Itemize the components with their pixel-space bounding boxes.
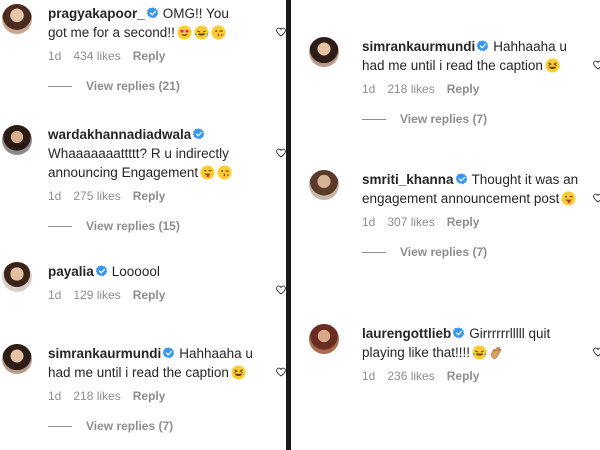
reply-button[interactable]: Reply: [133, 288, 166, 302]
verified-badge-icon: [146, 5, 159, 19]
timestamp: 1d: [362, 215, 376, 229]
tongue-wink-icon: [200, 165, 215, 180]
timestamp: 1d: [48, 49, 62, 63]
likes-count[interactable]: 218 likes: [73, 389, 120, 403]
comment-meta: 1d 236 likes Reply: [362, 369, 590, 383]
comment-text-block: simrankaurmundi Hahhaaha u had me until i…: [362, 37, 587, 75]
view-replies-button[interactable]: View replies (7): [400, 112, 487, 126]
heart-eyes-icon: [177, 25, 192, 40]
view-replies-button[interactable]: View replies (7): [86, 419, 173, 433]
likes-count[interactable]: 275 likes: [73, 189, 120, 203]
avatar[interactable]: [2, 344, 32, 374]
winking-kiss-icon: [211, 25, 226, 40]
timestamp: 1d: [48, 288, 62, 302]
like-heart-icon[interactable]: [276, 145, 286, 158]
comment-text: Loooool: [111, 264, 160, 279]
tongue-wink-icon: [561, 191, 576, 206]
reply-button[interactable]: Reply: [133, 189, 166, 203]
like-heart-icon[interactable]: [593, 344, 600, 357]
replies-line-divider: [362, 118, 386, 120]
squinting-laugh-icon: [231, 365, 246, 380]
username-link[interactable]: smriti_khanna: [362, 172, 454, 187]
comment-text-block: simrankaurmundi Hahhaaha u had me until i…: [48, 344, 260, 382]
comment-body: simrankaurmundi Hahhaaha u had me until i…: [362, 37, 590, 126]
like-heart-icon[interactable]: [276, 364, 286, 377]
timestamp: 1d: [362, 369, 376, 383]
reply-button[interactable]: Reply: [447, 369, 480, 383]
comment-meta: 1d 307 likes Reply: [362, 215, 590, 229]
replies-line-divider: [48, 425, 72, 427]
avatar[interactable]: [309, 324, 339, 354]
squinting-laugh-icon: [545, 58, 560, 73]
avatar[interactable]: [2, 4, 32, 34]
comment-body: simrankaurmundi Hahhaaha u had me until i…: [48, 344, 276, 433]
comment-text-block: smriti_khanna Thought it was an engagemen…: [362, 170, 587, 208]
comment-body: wardakhannadiadwalaWhaaaaaaattttt? R u i…: [48, 125, 276, 233]
comment-meta: 1d 218 likes Reply: [362, 82, 590, 96]
verified-badge-icon: [455, 171, 468, 185]
reply-button[interactable]: Reply: [133, 389, 166, 403]
comment-body: laurengottlieb Girrrrrrlllll quit playing…: [362, 324, 590, 383]
verified-badge-icon: [476, 38, 489, 52]
like-heart-icon[interactable]: [593, 190, 600, 203]
comment-meta: 1d 275 likes Reply: [48, 189, 276, 203]
view-replies-button[interactable]: View replies (7): [400, 245, 487, 259]
winking-kiss-icon: [217, 165, 232, 180]
reply-button[interactable]: Reply: [133, 49, 166, 63]
view-replies-row[interactable]: View replies (21): [48, 79, 276, 93]
reply-button[interactable]: Reply: [447, 215, 480, 229]
likes-count[interactable]: 129 likes: [73, 288, 120, 302]
laughing-tears-icon: [472, 345, 487, 360]
timestamp: 1d: [48, 389, 62, 403]
comment-text-block: payalia Loooool: [48, 262, 248, 281]
likes-count[interactable]: 434 likes: [73, 49, 120, 63]
comment-meta: 1d 129 likes Reply: [48, 288, 276, 302]
likes-count[interactable]: 218 likes: [387, 82, 434, 96]
likes-count[interactable]: 307 likes: [387, 215, 434, 229]
avatar[interactable]: [309, 37, 339, 67]
username-link[interactable]: simrankaurmundi: [48, 346, 161, 361]
comment-text-block: wardakhannadiadwalaWhaaaaaaattttt? R u i…: [48, 125, 248, 182]
view-replies-row[interactable]: View replies (7): [362, 112, 590, 126]
comment-body: smriti_khanna Thought it was an engagemen…: [362, 170, 590, 259]
username-link[interactable]: wardakhannadiadwala: [48, 127, 191, 142]
like-heart-icon[interactable]: [276, 24, 286, 37]
replies-line-divider: [48, 85, 72, 87]
view-replies-row[interactable]: View replies (7): [48, 419, 276, 433]
verified-badge-icon: [95, 263, 108, 277]
avatar[interactable]: [2, 262, 32, 292]
comment-text-block: laurengottlieb Girrrrrrlllll quit playing…: [362, 324, 592, 362]
clapping-hands-icon: [489, 345, 504, 360]
view-replies-row[interactable]: View replies (15): [48, 219, 276, 233]
username-link[interactable]: payalia: [48, 264, 94, 279]
like-heart-icon[interactable]: [593, 57, 600, 70]
username-link[interactable]: simrankaurmundi: [362, 39, 475, 54]
timestamp: 1d: [48, 189, 62, 203]
comment-meta: 1d 434 likes Reply: [48, 49, 276, 63]
like-heart-icon[interactable]: [276, 282, 286, 295]
verified-badge-icon: [193, 126, 205, 140]
view-replies-button[interactable]: View replies (21): [86, 79, 180, 93]
comment-text-block: pragyakapoor_ OMG!! You got me for a seco…: [48, 4, 248, 42]
username-link[interactable]: laurengottlieb: [362, 326, 451, 341]
laughing-tears-icon: [194, 25, 209, 40]
avatar[interactable]: [2, 125, 32, 155]
view-replies-button[interactable]: View replies (15): [86, 219, 180, 233]
replies-line-divider: [362, 251, 386, 253]
verified-badge-icon: [162, 345, 175, 359]
username-link[interactable]: pragyakapoor_: [48, 6, 145, 21]
comment-body: payalia Loooool 1d 129 likes Reply: [48, 262, 276, 302]
verified-badge-icon: [452, 325, 465, 339]
timestamp: 1d: [362, 82, 376, 96]
replies-line-divider: [48, 225, 72, 227]
likes-count[interactable]: 236 likes: [387, 369, 434, 383]
comment-body: pragyakapoor_ OMG!! You got me for a seco…: [48, 4, 276, 93]
column-divider: [286, 0, 291, 450]
view-replies-row[interactable]: View replies (7): [362, 245, 590, 259]
comment-meta: 1d 218 likes Reply: [48, 389, 276, 403]
avatar[interactable]: [309, 170, 339, 200]
reply-button[interactable]: Reply: [447, 82, 480, 96]
